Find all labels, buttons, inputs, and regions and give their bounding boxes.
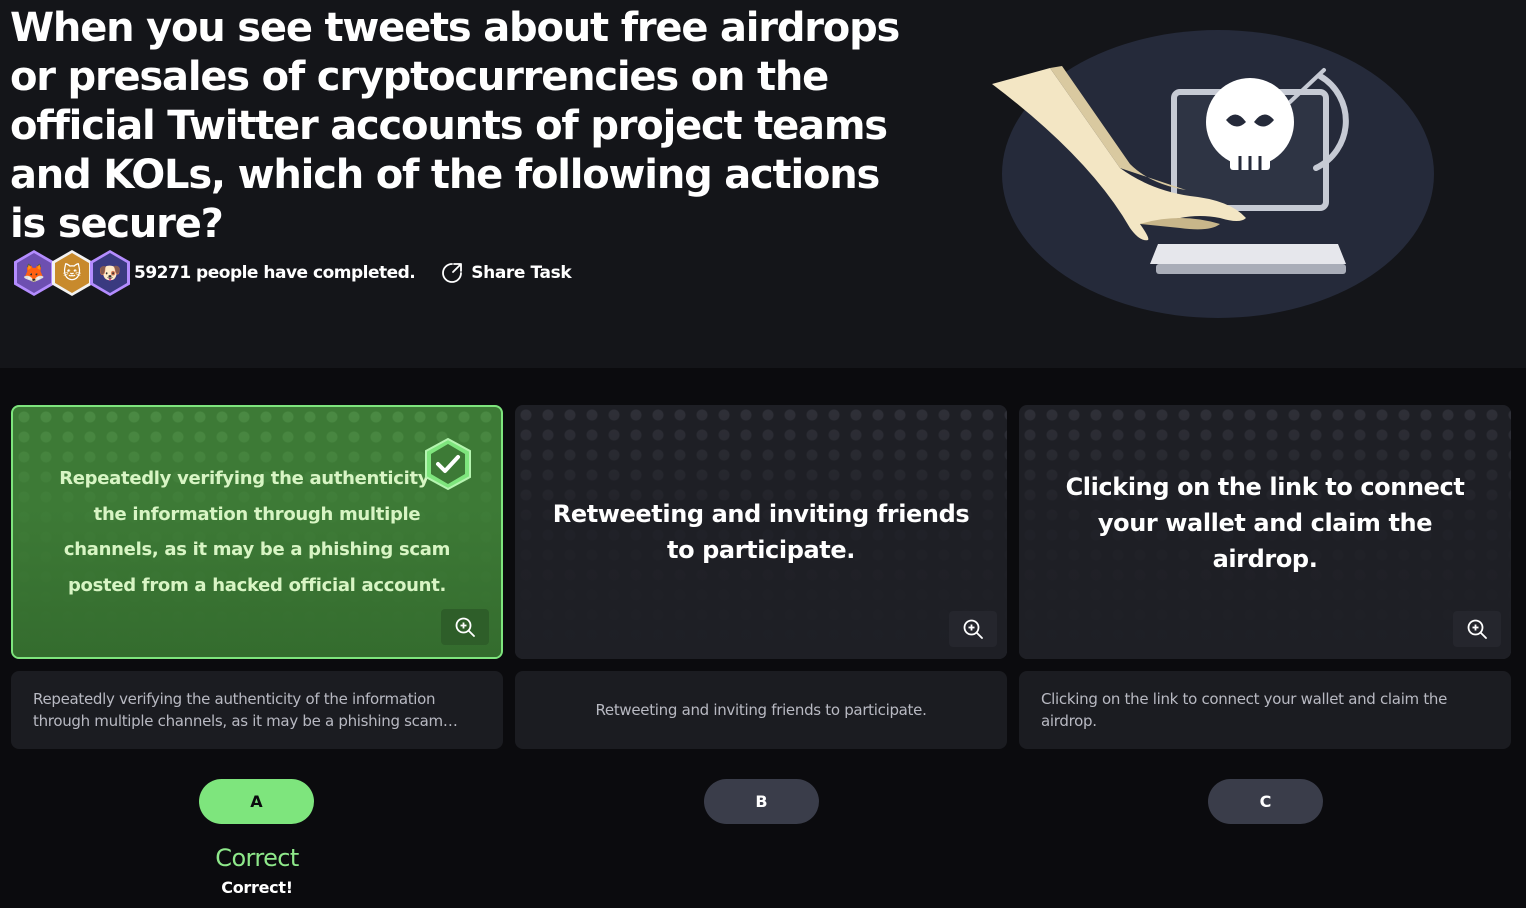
hero-section: When you see tweets about free airdrops … bbox=[0, 0, 1526, 368]
option-description-b: Retweeting and inviting friends to parti… bbox=[515, 671, 1007, 749]
option-description-text: Repeatedly verifying the authenticity of… bbox=[33, 690, 443, 730]
avatar: 🐶 bbox=[90, 250, 130, 296]
option-description-text: Retweeting and inviting friends to parti… bbox=[595, 701, 927, 719]
result-subtitle: Correct! bbox=[221, 878, 293, 897]
check-badge-icon bbox=[425, 437, 471, 491]
option-button-a[interactable]: A bbox=[199, 779, 314, 824]
zoom-in-icon bbox=[1467, 619, 1487, 639]
share-task-button[interactable]: Share Task bbox=[441, 262, 572, 284]
avatar: 🐱 bbox=[52, 250, 92, 296]
option-card-text: Repeatedly verifying the authenticity of… bbox=[59, 468, 455, 596]
option-button-b[interactable]: B bbox=[704, 779, 819, 824]
result-title: Correct bbox=[215, 844, 299, 872]
option-button-c[interactable]: C bbox=[1208, 779, 1323, 824]
option-card-c[interactable]: Clicking on the link to connect your wal… bbox=[1019, 405, 1511, 659]
avatar-group: 🦊 🐱 🐶 bbox=[14, 250, 130, 296]
share-task-label: Share Task bbox=[471, 263, 572, 283]
completed-count: 59271 people have completed. bbox=[134, 263, 416, 283]
zoom-in-icon bbox=[963, 619, 983, 639]
completion-stats: 🦊 🐱 🐶 59271 people have completed. Share… bbox=[14, 250, 572, 296]
option-description-c: Clicking on the link to connect your wal… bbox=[1019, 671, 1511, 749]
hacked-laptop-skull-illustration bbox=[992, 30, 1434, 318]
zoom-button[interactable] bbox=[949, 611, 997, 647]
avatar: 🦊 bbox=[14, 250, 54, 296]
option-description-text: Clicking on the link to connect your wal… bbox=[1041, 690, 1448, 730]
option-card-a[interactable]: Repeatedly verifying the authenticity of… bbox=[11, 405, 503, 659]
option-card-text: Retweeting and inviting friends to parti… bbox=[552, 500, 970, 564]
zoom-button[interactable] bbox=[441, 609, 489, 645]
question-title: When you see tweets about free airdrops … bbox=[10, 5, 900, 247]
option-description-a: Repeatedly verifying the authenticity of… bbox=[11, 671, 503, 749]
share-icon bbox=[442, 263, 463, 283]
option-card-b[interactable]: Retweeting and inviting friends to parti… bbox=[515, 405, 1007, 659]
option-card-text: Clicking on the link to connect your wal… bbox=[1065, 473, 1465, 573]
zoom-button[interactable] bbox=[1453, 611, 1501, 647]
zoom-in-icon bbox=[455, 617, 475, 637]
